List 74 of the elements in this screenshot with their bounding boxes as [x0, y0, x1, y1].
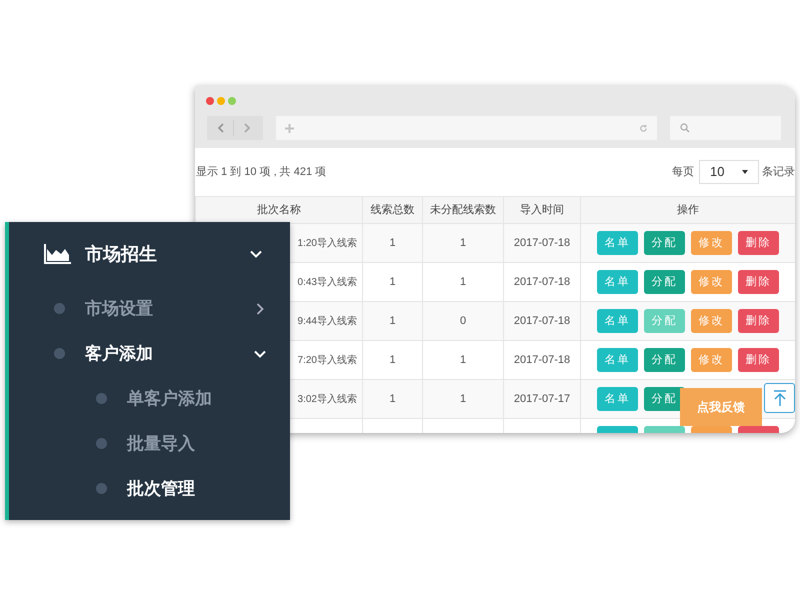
plus-icon [285, 124, 294, 132]
back-to-top-button[interactable] [764, 383, 795, 413]
bullet-icon [54, 303, 65, 314]
delete-button[interactable]: 删除 [738, 309, 779, 333]
table-cell: 1 [389, 314, 396, 327]
table-cell: 2017-07-17 [514, 392, 570, 405]
bullet-icon [96, 483, 107, 494]
refresh-icon[interactable] [639, 124, 648, 132]
table-cell: 2017-07-18 [514, 354, 570, 366]
edit-button[interactable]: 修改 [691, 309, 732, 333]
table-cell: 1 [389, 354, 396, 366]
menu-header[interactable]: 市场招生 [9, 222, 290, 286]
per-page-label: 每页 [672, 164, 694, 180]
column-header: 操作 [677, 204, 699, 216]
menu-item[interactable]: 客户添加 [9, 331, 290, 376]
assign-button[interactable]: 分配 [644, 231, 685, 255]
menu-item[interactable]: 批量导入 [9, 421, 290, 466]
edit-button[interactable]: 修改 [691, 270, 732, 294]
list-button[interactable]: 名单 [597, 309, 638, 333]
chevron-right-icon[interactable] [254, 302, 266, 314]
list-button[interactable]: 名单 [597, 387, 638, 411]
menu-item[interactable]: 单客户添加 [9, 376, 290, 421]
column-header: 批次名称 [257, 204, 301, 216]
list-button[interactable]: 名单 [597, 348, 638, 372]
table-cell: 9:44导入线索 [298, 316, 357, 326]
table-cell: 1 [460, 392, 466, 405]
back-icon[interactable] [217, 123, 225, 133]
table-cell: 3:02导入线索 [298, 394, 357, 404]
menu-item[interactable]: 市场设置 [9, 286, 290, 331]
column-header: 线索总数 [370, 204, 414, 216]
table-cell: 2017-07-18 [514, 276, 570, 288]
dropdown-caret-icon [742, 170, 748, 174]
edit-button[interactable] [691, 426, 732, 433]
delete-button[interactable] [738, 426, 779, 433]
chevron-down-icon[interactable] [250, 248, 262, 260]
table-cell: 1 [389, 236, 396, 249]
pagination-summary: 显示 1 到 10 项 , 共 421 项 [195, 164, 326, 180]
forward-icon[interactable] [243, 123, 251, 133]
feedback-toast[interactable]: 点我反馈 [680, 388, 762, 426]
table-cell: 1 [460, 354, 466, 366]
table-cell: 2017-07-18 [514, 314, 570, 327]
per-page-select[interactable]: 10 [699, 160, 759, 184]
bullet-icon [54, 348, 65, 359]
area-chart-icon [44, 244, 71, 264]
list-button[interactable]: 名单 [597, 231, 638, 255]
bullet-icon [96, 438, 107, 449]
column-header: 导入时间 [520, 204, 564, 216]
table-cell: 2017-07-18 [514, 236, 570, 249]
edit-button[interactable]: 修改 [691, 348, 732, 372]
delete-button[interactable]: 删除 [738, 348, 779, 372]
edit-button[interactable]: 修改 [691, 231, 732, 255]
table-cell: 1 [460, 276, 466, 288]
search-icon [680, 123, 690, 133]
table-cell: 1 [389, 276, 396, 288]
delete-button[interactable]: 删除 [738, 231, 779, 255]
table-cell: 0:43导入线索 [298, 276, 357, 288]
assign-button[interactable]: 分配 [644, 270, 685, 294]
assign-button[interactable]: 分配 [644, 348, 685, 372]
address-bar[interactable] [276, 116, 657, 140]
table-cell: 1 [460, 236, 466, 249]
table-cell: 0 [460, 314, 466, 327]
column-header: 未分配线索数 [430, 204, 496, 216]
arrow-up-icon [772, 390, 786, 406]
per-page-suffix: 条记录 [762, 164, 795, 180]
list-button[interactable] [597, 426, 638, 433]
nav-buttons[interactable] [207, 116, 263, 140]
delete-button[interactable]: 删除 [738, 270, 779, 294]
table-cell: 1:20导入线索 [298, 238, 357, 248]
table-cell: 7:20导入线索 [298, 354, 357, 366]
table-cell: 1 [389, 392, 396, 405]
menu-item[interactable]: 批次管理 [9, 466, 290, 511]
list-button[interactable]: 名单 [597, 270, 638, 294]
bullet-icon [96, 393, 107, 404]
search-field[interactable] [670, 116, 781, 140]
